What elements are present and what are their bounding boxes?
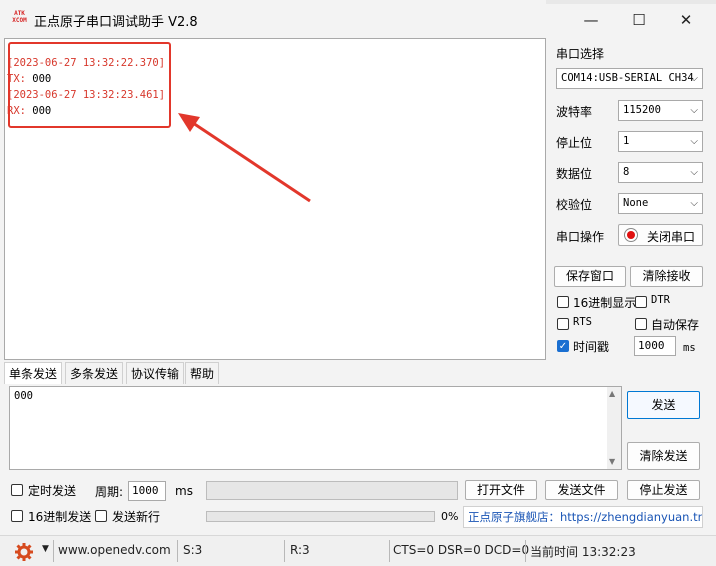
baud-value: 115200 [623,104,661,116]
line-status: CTS=0 DSR=0 DCD=0 [393,543,530,557]
settings-menu-arrow[interactable]: ▼ [42,544,49,554]
hex-display-checkbox[interactable] [557,296,569,308]
minimize-button[interactable]: — [571,6,611,34]
send-input[interactable]: 000 [9,386,622,470]
send-file-button[interactable]: 发送文件 [545,480,618,500]
open-file-button[interactable]: 打开文件 [465,480,537,500]
rts-label: RTS [573,316,592,328]
newline-checkbox[interactable] [95,510,107,522]
port-dropdown[interactable]: COM14:USB-SERIAL CH34 ⌵ [556,68,703,89]
progress-percent: 0% [441,510,459,523]
stop-send-button[interactable]: 停止发送 [627,480,700,500]
chevron-down-icon: ⌵ [690,105,698,116]
send-tabs: 单条发送 多条发送 协议传输 帮助 [4,362,716,384]
clear-receive-button[interactable]: 清除接收 [630,266,703,287]
auto-save-label: 自动保存 [651,318,700,332]
period-input[interactable]: 1000 [128,481,166,501]
stop-bits-label: 停止位 [556,136,593,150]
maximize-button[interactable]: ☐ [619,6,659,34]
close-port-label: 关闭串口 [647,230,696,244]
baud-label: 波特率 [556,105,593,119]
app-logo: ATK XCOM [12,10,27,24]
clear-send-button[interactable]: 清除发送 [627,442,700,470]
chevron-down-icon: ⌵ [690,198,698,209]
parity-label: 校验位 [556,198,593,212]
chevron-down-icon: ⌵ [690,136,698,147]
send-scrollbar[interactable]: ▲ ▼ [607,387,621,469]
close-port-button[interactable]: 关闭串口 [618,224,703,246]
timed-send-checkbox[interactable] [11,484,23,496]
status-separator [284,540,285,562]
newline-label: 发送新行 [112,510,161,524]
status-separator [177,540,178,562]
received-count: R:3 [290,543,310,557]
highlight-box [8,42,171,128]
send-progress-bar [206,511,435,522]
auto-save-checkbox[interactable] [635,318,647,330]
parity-dropdown[interactable]: None ⌵ [618,193,703,214]
timed-send-label: 定时发送 [28,484,77,498]
timestamp-unit: ms [683,342,696,354]
dtr-checkbox[interactable] [635,296,647,308]
chevron-down-icon: ⌵ [690,73,698,84]
stop-bits-value: 1 [623,135,630,147]
website-link[interactable]: www.openedv.com [58,543,171,557]
save-window-button[interactable]: 保存窗口 [554,266,626,287]
hex-send-checkbox[interactable] [11,510,23,522]
period-label: 周期: [95,485,124,499]
annotation-arrow [178,113,311,203]
file-path-bar [206,481,458,500]
scroll-down-icon[interactable]: ▼ [609,457,615,466]
chevron-down-icon: ⌵ [690,167,698,178]
dtr-label: DTR [651,294,670,306]
port-value: COM14:USB-SERIAL CH34 [561,72,694,84]
hex-send-label: 16进制发送 [28,510,92,524]
period-unit: ms [175,484,193,498]
timestamp-checkbox[interactable]: ✓ [557,340,569,352]
parity-value: None [623,197,649,209]
status-separator [53,540,54,562]
data-bits-dropdown[interactable]: 8 ⌵ [618,162,703,183]
rts-checkbox[interactable] [557,318,569,330]
data-bits-value: 8 [623,166,630,178]
hex-display-label: 16进制显示 [573,296,637,310]
settings-gear-icon[interactable] [15,543,33,561]
background-window-edge [546,0,716,4]
status-separator [389,540,390,562]
status-separator [525,540,526,562]
port-op-label: 串口操作 [556,230,605,244]
status-bar: ▼ www.openedv.com S:3 R:3 CTS=0 DSR=0 DC… [0,535,716,566]
status-led-icon [624,228,638,242]
baud-dropdown[interactable]: 115200 ⌵ [618,100,703,121]
tab-multi-send[interactable]: 多条发送 [65,362,124,384]
tab-single-send[interactable]: 单条发送 [4,362,63,384]
tab-help[interactable]: 帮助 [185,362,220,384]
window-title: 正点原子串口调试助手 V2.8 [34,15,198,30]
timestamp-label: 时间戳 [573,340,610,354]
data-bits-label: 数据位 [556,167,593,181]
checkmark-icon: ✓ [558,341,568,352]
sent-count: S:3 [183,543,203,557]
current-time: 当前时间 13:32:23 [530,545,636,559]
send-button[interactable]: 发送 [627,391,700,419]
port-select-label: 串口选择 [556,47,605,61]
store-link[interactable]: 正点原子旗舰店：https://zhengdianyuan.tmall.com [463,506,703,528]
stop-bits-dropdown[interactable]: 1 ⌵ [618,131,703,152]
close-button[interactable]: ✕ [666,6,706,34]
tab-protocol[interactable]: 协议传输 [126,362,185,384]
scroll-up-icon[interactable]: ▲ [609,389,615,398]
timestamp-interval-input[interactable]: 1000 [634,336,676,356]
